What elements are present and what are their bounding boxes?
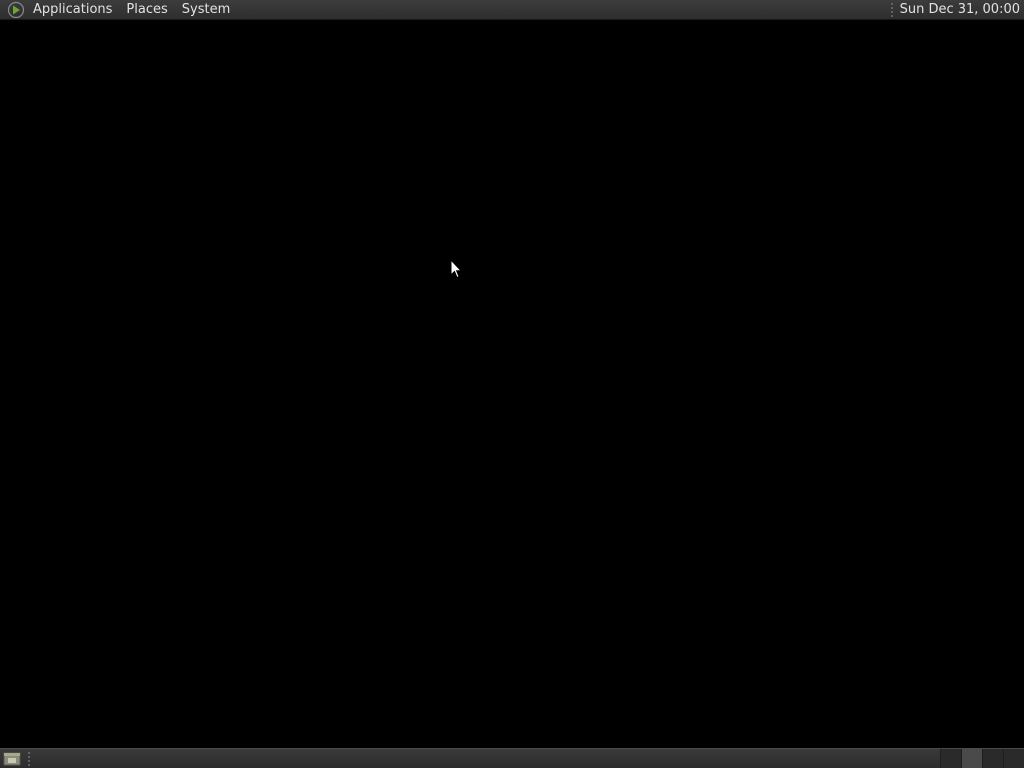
workspace-4[interactable] — [1003, 749, 1024, 768]
workspace-3[interactable] — [982, 749, 1003, 768]
workspace-1[interactable] — [940, 749, 961, 768]
applications-menu[interactable]: Applications — [31, 0, 119, 20]
workspace-2[interactable] — [961, 749, 982, 768]
panel-drag-handle[interactable] — [889, 1, 894, 18]
desktop[interactable] — [0, 20, 1024, 748]
clock[interactable]: Sun Dec 31, 00:00 — [900, 0, 1024, 20]
top-panel: Applications Places System Sun Dec 31, 0… — [0, 0, 1024, 20]
main-menu-icon[interactable] — [7, 1, 25, 19]
system-menu[interactable]: System — [175, 0, 237, 20]
show-desktop-icon[interactable] — [2, 750, 22, 768]
panel-drag-handle[interactable] — [27, 750, 31, 767]
workspace-switcher[interactable] — [940, 749, 1024, 768]
places-menu[interactable]: Places — [119, 0, 174, 20]
bottom-panel — [0, 748, 1024, 768]
mouse-pointer-icon — [450, 258, 463, 279]
